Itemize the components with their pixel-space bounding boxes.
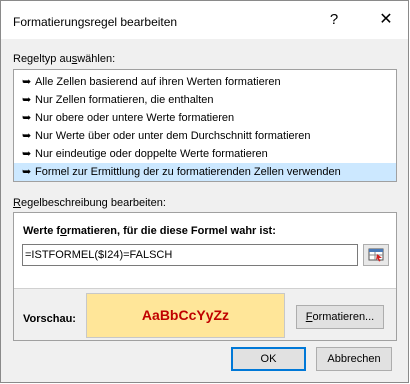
rule-type-item[interactable]: ➥ Formel zur Ermittlung der zu formatiere…	[14, 163, 396, 181]
rule-arrow-icon: ➥	[22, 166, 32, 178]
range-selector-icon	[368, 248, 384, 262]
rule-arrow-icon: ➥	[22, 112, 32, 124]
rule-type-item-label: Formel zur Ermittlung der zu formatieren…	[35, 166, 341, 178]
rule-type-item[interactable]: ➥ Nur Zellen formatieren, die enthalten	[14, 91, 396, 109]
rule-type-list[interactable]: ➥ Alle Zellen basierend auf ihren Werten …	[13, 69, 397, 182]
ok-button[interactable]: OK	[231, 347, 306, 371]
rule-type-label: Regeltyp auswählen:	[13, 53, 116, 65]
help-button[interactable]: ?	[324, 10, 344, 30]
cancel-button[interactable]: Abbrechen	[316, 347, 392, 371]
rule-type-item[interactable]: ➥ Nur eindeutige oder doppelte Werte form…	[14, 145, 396, 163]
edit-formatting-rule-dialog: Formatierungsregel bearbeiten ? ✕ Regelt…	[0, 0, 409, 383]
format-button[interactable]: Formatieren...	[296, 305, 384, 329]
preview-sample: AaBbCcYyZz	[86, 293, 285, 338]
window-title: Formatierungsregel bearbeiten	[13, 15, 178, 29]
rule-type-item-label: Nur Werte über oder unter dem Durchschni…	[35, 130, 311, 142]
rule-type-item[interactable]: ➥ Alle Zellen basierend auf ihren Werten …	[14, 73, 396, 91]
rule-description-panel: Werte formatieren, für die diese Formel …	[13, 212, 397, 341]
rule-type-item-label: Nur obere oder untere Werte formatieren	[35, 112, 235, 124]
range-selector-button[interactable]	[363, 244, 389, 266]
close-button[interactable]: ✕	[376, 10, 396, 30]
formula-input[interactable]: =ISTFORMEL($I24)=FALSCH	[22, 244, 358, 266]
rule-arrow-icon: ➥	[22, 130, 32, 142]
rule-arrow-icon: ➥	[22, 94, 32, 106]
formula-panel: Werte formatieren, für die diese Formel …	[14, 213, 396, 289]
preview-label: Vorschau:	[23, 313, 76, 325]
rule-arrow-icon: ➥	[22, 76, 32, 88]
title-bar: Formatierungsregel bearbeiten ? ✕	[1, 1, 408, 39]
rule-type-item-label: Alle Zellen basierend auf ihren Werten f…	[35, 76, 281, 88]
rule-type-item-label: Nur eindeutige oder doppelte Werte forma…	[35, 148, 268, 160]
rule-arrow-icon: ➥	[22, 148, 32, 160]
rule-type-item[interactable]: ➥ Nur obere oder untere Werte formatieren	[14, 109, 396, 127]
rule-description-label: Regelbeschreibung bearbeiten:	[13, 197, 166, 209]
rule-type-item[interactable]: ➥ Nur Werte über oder unter dem Durchschn…	[14, 127, 396, 145]
rule-type-item-label: Nur Zellen formatieren, die enthalten	[35, 94, 214, 106]
formula-label: Werte formatieren, für die diese Formel …	[23, 225, 276, 237]
